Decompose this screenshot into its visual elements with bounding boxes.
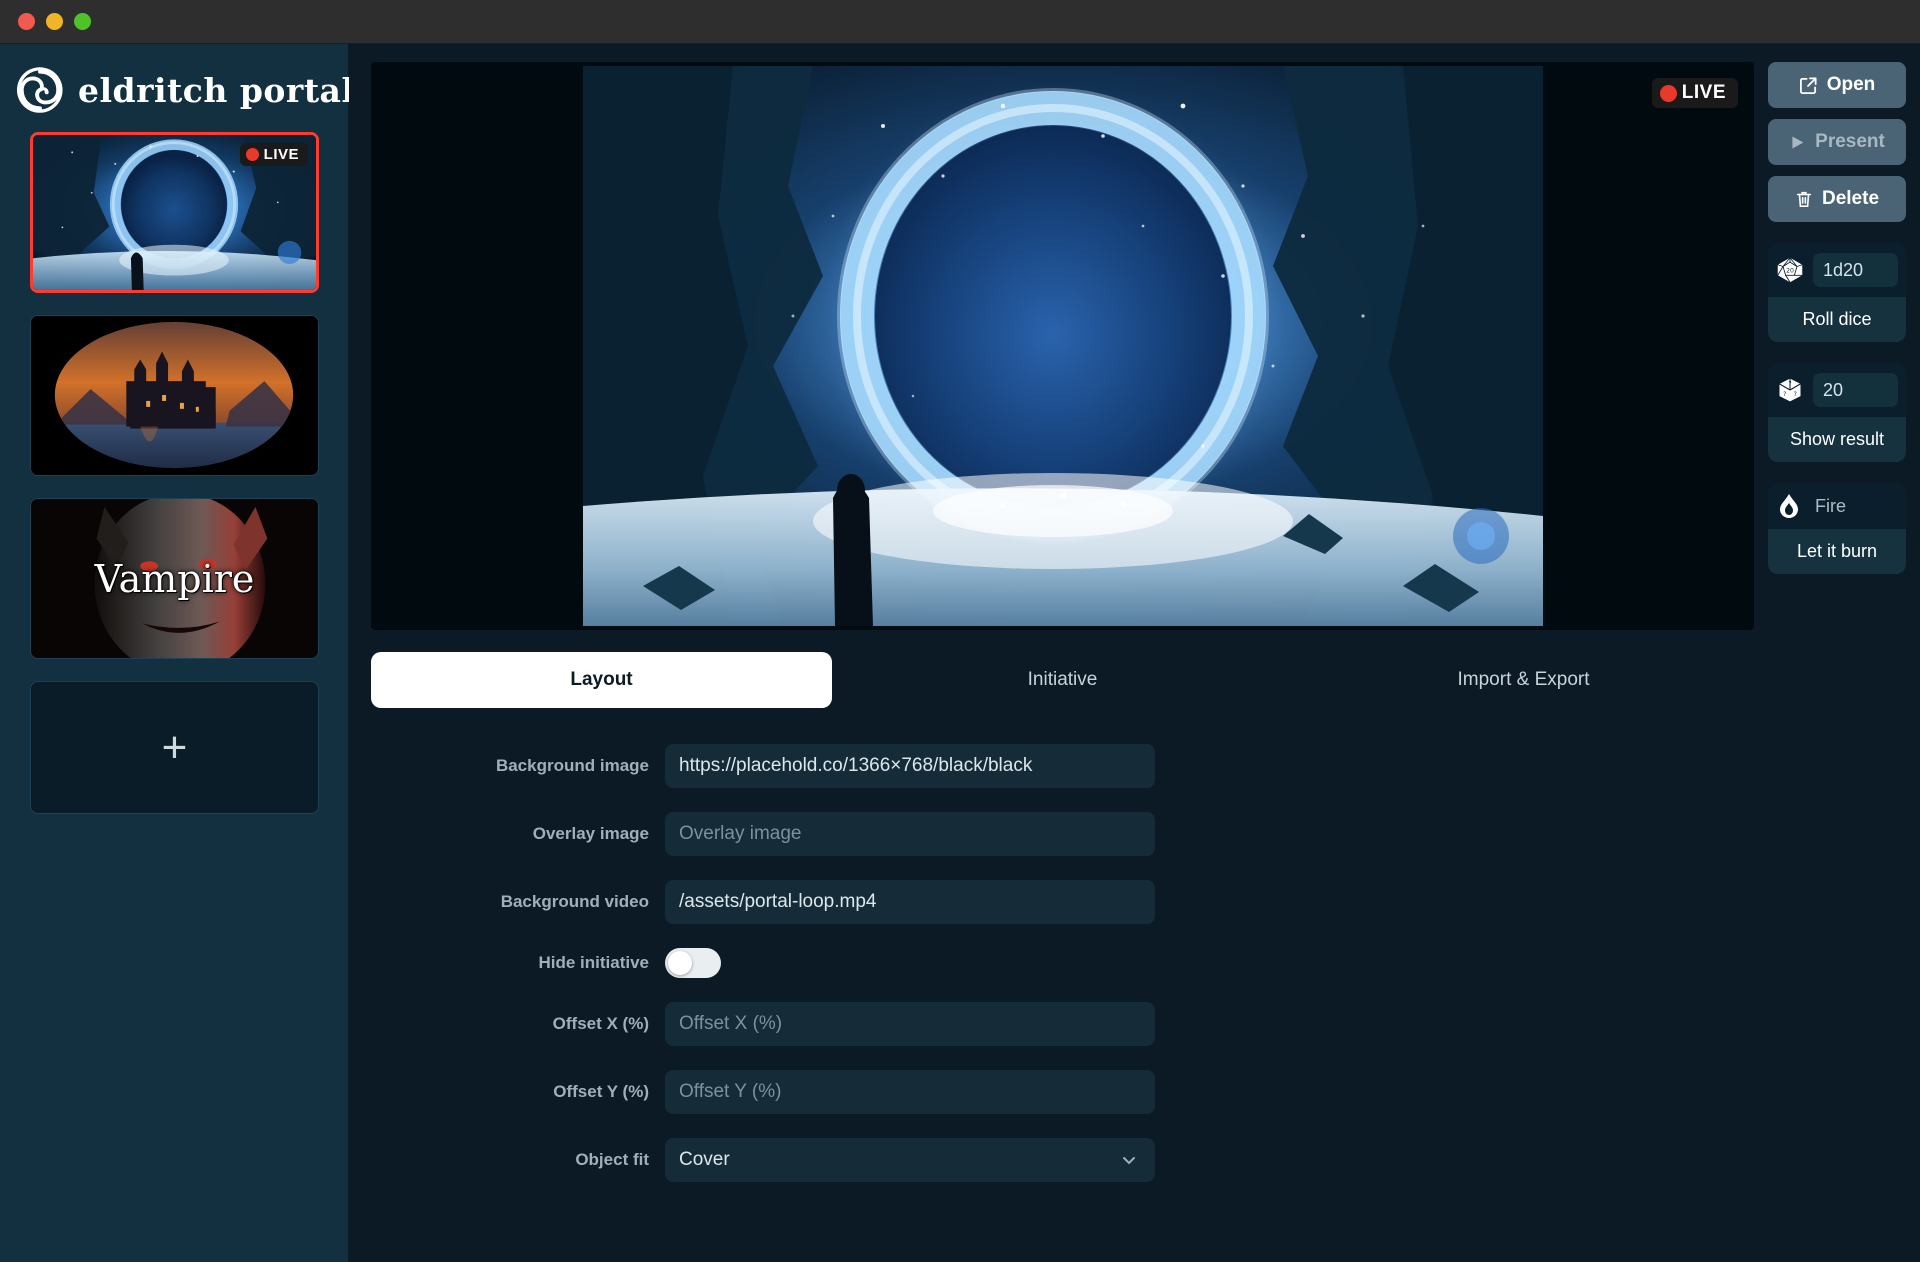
mystery-die-icon: ? ? ? xyxy=(1776,376,1804,404)
present-label: Present xyxy=(1815,131,1885,152)
field-row-object-fit: Object fit Cover xyxy=(371,1138,1754,1182)
tab-bar: Layout Initiative Import & Export xyxy=(371,652,1754,708)
show-result-group: ? ? ? Show result xyxy=(1768,363,1906,462)
open-label: Open xyxy=(1826,74,1876,95)
offset-y-label: Offset Y (%) xyxy=(553,1082,649,1101)
trash-icon xyxy=(1795,190,1813,208)
minimize-button[interactable] xyxy=(46,13,63,30)
effect-row: Fire xyxy=(1768,483,1906,529)
delete-label: Delete xyxy=(1821,188,1880,209)
live-label: LIVE xyxy=(1681,82,1726,103)
close-button[interactable] xyxy=(18,13,35,30)
dice-expression-input[interactable] xyxy=(1813,253,1898,287)
app-body: eldritch portal LIVE Vampire + LIVE Layo… xyxy=(0,44,1920,1262)
result-row: ? ? ? xyxy=(1768,363,1906,417)
object-fit-select[interactable]: Cover xyxy=(665,1138,1155,1182)
svg-text:?: ? xyxy=(1783,391,1786,398)
open-button[interactable]: Open xyxy=(1768,62,1906,108)
live-label: LIVE xyxy=(263,146,299,163)
live-dot-icon xyxy=(245,148,259,161)
offset-x-label: Offset X (%) xyxy=(552,1014,649,1033)
offset-x-input[interactable] xyxy=(665,1002,1155,1046)
scene-thumbnail-portal[interactable]: LIVE xyxy=(30,132,319,293)
add-scene-button[interactable]: + xyxy=(30,681,319,814)
effect-group: Fire Let it burn xyxy=(1768,483,1906,574)
roll-dice-button[interactable]: Roll dice xyxy=(1768,297,1906,342)
main-content: LIVE Layout Initiative Import & Export B… xyxy=(349,44,1768,1262)
titlebar xyxy=(0,0,1920,44)
preview-container: LIVE xyxy=(349,44,1768,630)
hide-initiative-label: Hide initiative xyxy=(538,953,649,972)
object-fit-value: Cover xyxy=(665,1138,1155,1182)
field-row-hide-initiative: Hide initiative xyxy=(371,948,1754,978)
scene-list: LIVE Vampire + xyxy=(0,132,348,814)
brand-name: eldritch portal xyxy=(78,70,355,110)
live-dot-icon xyxy=(1659,84,1677,102)
dice-row: 20 xyxy=(1768,243,1906,297)
background-image-label: Background image xyxy=(495,756,649,775)
maximize-button[interactable] xyxy=(74,13,91,30)
preview-art-portal xyxy=(582,66,1543,626)
present-button[interactable]: Present xyxy=(1768,119,1906,165)
sidebar: eldritch portal LIVE Vampire + xyxy=(0,44,354,1262)
background-video-input[interactable] xyxy=(665,880,1155,924)
effect-name: Fire xyxy=(1815,495,1846,516)
external-link-icon xyxy=(1799,76,1818,95)
field-row-offset-y: Offset Y (%) xyxy=(371,1070,1754,1114)
tab-initiative[interactable]: Initiative xyxy=(832,652,1293,708)
svg-text:?: ? xyxy=(1794,391,1797,398)
dice-roller-group: 20 Roll dice xyxy=(1768,243,1906,342)
object-fit-label: Object fit xyxy=(575,1150,649,1169)
flame-icon xyxy=(1776,493,1802,519)
scene-thumbnail-castle[interactable] xyxy=(30,315,319,476)
brand: eldritch portal xyxy=(0,44,354,132)
svg-text:20: 20 xyxy=(1786,268,1794,275)
right-rail: Open Present Delete 20 1d20 Roll dice ? … xyxy=(1768,44,1920,1262)
let-it-burn-button[interactable]: Let it burn xyxy=(1768,529,1906,574)
field-row-background-video: Background video xyxy=(371,880,1754,924)
field-row-background-image: Background image xyxy=(371,744,1754,788)
live-badge: LIVE xyxy=(239,143,308,166)
tab-layout[interactable]: Layout xyxy=(371,652,832,708)
hide-initiative-toggle[interactable] xyxy=(665,948,721,978)
tab-import-export[interactable]: Import & Export xyxy=(1293,652,1754,708)
show-result-button[interactable]: Show result xyxy=(1768,417,1906,462)
overlay-image-label: Overlay image xyxy=(532,824,649,843)
background-image-input[interactable] xyxy=(665,744,1155,788)
spiral-vortex-icon xyxy=(16,66,64,114)
d20-icon: 20 xyxy=(1776,256,1804,284)
toggle-knob xyxy=(668,951,692,975)
background-video-label: Background video xyxy=(500,892,649,911)
scene-preview[interactable]: LIVE xyxy=(371,62,1754,630)
offset-y-input[interactable] xyxy=(665,1070,1155,1114)
layout-form: Background image Overlay image Backgroun… xyxy=(349,708,1768,1182)
scene-art-castle xyxy=(31,316,318,475)
field-row-offset-x: Offset X (%) xyxy=(371,1002,1754,1046)
svg-text:?: ? xyxy=(1788,381,1791,388)
scene-thumbnail-vampire[interactable]: Vampire xyxy=(30,498,319,659)
preview-live-badge: LIVE xyxy=(1651,78,1738,108)
plus-icon: + xyxy=(161,722,188,772)
play-icon xyxy=(1789,134,1806,151)
app-window: eldritch portal LIVE Vampire + LIVE Layo… xyxy=(0,0,1920,1262)
scene-title: Vampire xyxy=(94,556,255,601)
overlay-image-input[interactable] xyxy=(665,812,1155,856)
result-value-input[interactable] xyxy=(1813,373,1898,407)
delete-button[interactable]: Delete xyxy=(1768,176,1906,222)
field-row-overlay-image: Overlay image xyxy=(371,812,1754,856)
